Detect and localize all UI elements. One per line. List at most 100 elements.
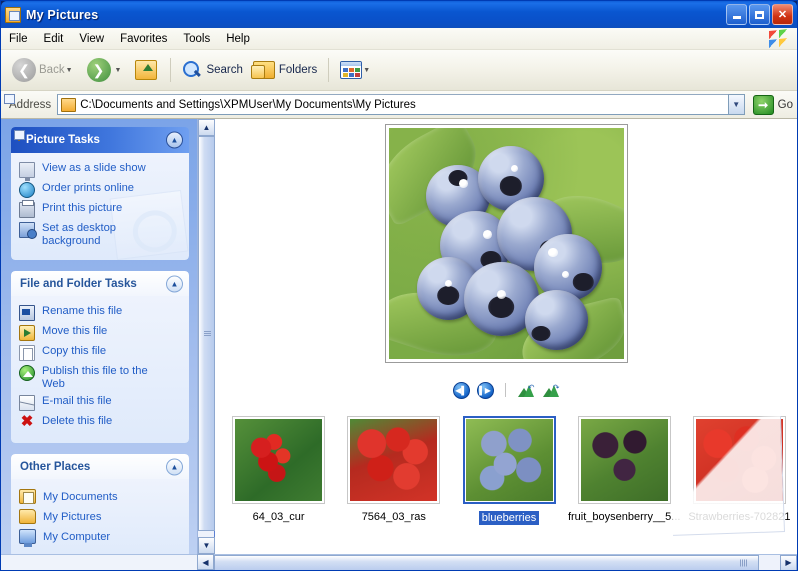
scroll-grip-icon — [740, 559, 748, 566]
rotate-cw-arrow-icon: ↷ — [552, 382, 560, 392]
task-label: Set as desktop background — [42, 222, 117, 247]
thumbnail-label: fruit_boysenberry__5... — [567, 511, 681, 523]
next-image-button[interactable]: ▌▶ — [476, 381, 494, 399]
thumbnail-item-2[interactable]: 7564_03_ras — [336, 404, 451, 523]
back-button[interactable]: ❮ Back ▼ — [7, 55, 82, 85]
thumbnail-label: 64_03_cur — [252, 511, 305, 523]
window-controls: ✕ — [726, 4, 793, 25]
rename-icon — [19, 305, 35, 321]
forward-button[interactable]: ❯ ▼ — [82, 55, 131, 85]
task-label: Print this picture — [42, 202, 123, 214]
horizontal-scrollbar[interactable]: ◀ ▶ — [1, 554, 797, 570]
folders-button[interactable]: Folders — [248, 55, 322, 85]
thumbnail-item-4[interactable]: fruit_boysenberry__5... — [567, 404, 682, 523]
back-arrow-icon: ❮ — [12, 58, 36, 82]
task-label: Move this file — [42, 325, 108, 337]
menu-help[interactable]: Help — [218, 31, 258, 47]
maximize-button[interactable] — [749, 4, 770, 25]
preview-frame[interactable] — [384, 124, 628, 363]
file-folder-tasks-header[interactable]: File and Folder Tasks ▲ — [11, 271, 189, 296]
menu-bar: File Edit View Favorites Tools Help — [1, 28, 797, 50]
place-my-computer[interactable]: My Computer — [19, 529, 183, 547]
horizontal-scroll-track[interactable] — [214, 554, 780, 570]
toolbar-separator-2 — [328, 58, 330, 82]
file-folder-tasks-title: File and Folder Tasks — [20, 277, 137, 290]
globe-icon — [19, 182, 35, 198]
menu-file[interactable]: File — [1, 31, 36, 47]
email-icon — [19, 395, 35, 411]
thumbnail-frame — [232, 416, 326, 504]
minimize-button[interactable] — [726, 4, 747, 25]
place-label: My Documents — [43, 490, 118, 503]
views-dropdown-icon[interactable]: ▼ — [363, 67, 370, 74]
rotate-counterclockwise-button[interactable]: ↶ — [517, 383, 535, 398]
other-places-header[interactable]: Other Places ▲ — [11, 454, 189, 479]
task-label: E-mail this file — [42, 395, 112, 407]
sidebar-scrollbar[interactable]: ▲ ▼ — [197, 119, 215, 554]
address-input[interactable]: C:\Documents and Settings\XPMUser\My Doc… — [57, 94, 729, 115]
task-publish-file[interactable]: Publish this file to the Web — [19, 365, 183, 391]
thumbnail-image-blueberries — [465, 419, 553, 501]
thumbnail-strip[interactable]: 64_03_cur 7564_03_ras blueberries fruit_… — [215, 404, 797, 554]
horizontal-scroll-thumb[interactable] — [214, 554, 759, 570]
thumbnail-item-3-selected[interactable]: blueberries — [451, 404, 566, 525]
minimize-icon — [732, 16, 741, 19]
printer-icon — [19, 200, 35, 218]
move-icon — [19, 325, 35, 341]
thumbnail-image-strawberries — [695, 419, 783, 501]
menu-edit[interactable]: Edit — [36, 31, 72, 47]
task-copy-file[interactable]: Copy this file — [19, 345, 183, 361]
folders-icon — [250, 61, 275, 79]
menu-tools[interactable]: Tools — [175, 31, 218, 47]
filmstrip-scroll-right-button[interactable]: ▶ — [780, 554, 797, 570]
task-order-prints[interactable]: Order prints online — [19, 182, 183, 198]
thumbnail-image-currants — [235, 419, 323, 501]
window-body: Picture Tasks ▲ View as a slide show Ord… — [1, 119, 797, 570]
task-move-file[interactable]: Move this file — [19, 325, 183, 341]
delete-icon: ✖ — [20, 413, 34, 430]
task-set-desktop-background[interactable]: Set as desktop background — [19, 222, 183, 248]
thumbnail-frame — [577, 416, 671, 504]
address-folder-icon — [61, 97, 77, 112]
up-button[interactable] — [130, 55, 164, 85]
rotate-ccw-arrow-icon: ↶ — [527, 382, 535, 392]
previous-image-button[interactable]: ◀▌ — [452, 381, 470, 399]
other-places-collapse-icon[interactable]: ▲ — [166, 458, 183, 475]
task-label: Publish this file to the Web — [42, 365, 148, 390]
place-my-documents[interactable]: My Documents — [19, 489, 183, 504]
filmstrip-scroll-left-button[interactable]: ◀ — [197, 554, 214, 570]
task-pane: Picture Tasks ▲ View as a slide show Ord… — [1, 119, 197, 554]
task-rename-file[interactable]: Rename this file — [19, 305, 183, 321]
rotate-clockwise-button[interactable]: ↷ — [542, 383, 560, 398]
place-label: My Pictures — [43, 510, 102, 523]
place-my-pictures[interactable]: My Pictures — [19, 509, 183, 524]
task-delete-file[interactable]: ✖ Delete this file — [19, 413, 183, 431]
task-email-file[interactable]: E-mail this file — [19, 395, 183, 411]
views-button[interactable]: ▼ — [335, 55, 379, 85]
sidebar-scroll-down-button[interactable]: ▼ — [198, 537, 215, 554]
thumbnail-item-5[interactable]: Strawberries-702821 — [682, 404, 797, 523]
my-pictures-icon — [19, 509, 36, 524]
toolbar-separator — [170, 58, 172, 82]
thumbnail-image-boysenberry — [580, 419, 668, 501]
thumbnail-item-1[interactable]: 64_03_cur — [221, 404, 336, 523]
menu-view[interactable]: View — [71, 31, 112, 47]
address-dropdown-button[interactable]: ▼ — [727, 94, 745, 115]
picture-tasks-collapse-icon[interactable]: ▲ — [166, 131, 183, 149]
task-label: Rename this file — [42, 305, 123, 317]
file-list-filmstrip: ◀▌ ▌▶ ↶ ↷ 64_03_cur 7564_03_ras blueberr… — [215, 119, 797, 554]
go-button[interactable]: ➞ Go — [752, 94, 793, 115]
back-dropdown-icon[interactable]: ▼ — [66, 67, 73, 74]
sidebar-scroll-up-button[interactable]: ▲ — [198, 119, 215, 136]
file-folder-tasks-collapse-icon[interactable]: ▲ — [166, 275, 183, 292]
search-button[interactable]: Search — [177, 55, 247, 85]
forward-arrow-icon: ❯ — [86, 58, 111, 82]
menu-favorites[interactable]: Favorites — [112, 31, 175, 47]
picture-tasks-header[interactable]: Picture Tasks ▲ — [11, 127, 189, 153]
forward-dropdown-icon[interactable]: ▼ — [115, 67, 122, 74]
sidebar-scroll-thumb[interactable] — [198, 136, 215, 531]
window-title: My Pictures — [26, 7, 99, 22]
task-print-picture[interactable]: Print this picture — [19, 200, 183, 218]
close-button[interactable]: ✕ — [772, 4, 793, 25]
task-view-slideshow[interactable]: View as a slide show — [19, 162, 183, 181]
